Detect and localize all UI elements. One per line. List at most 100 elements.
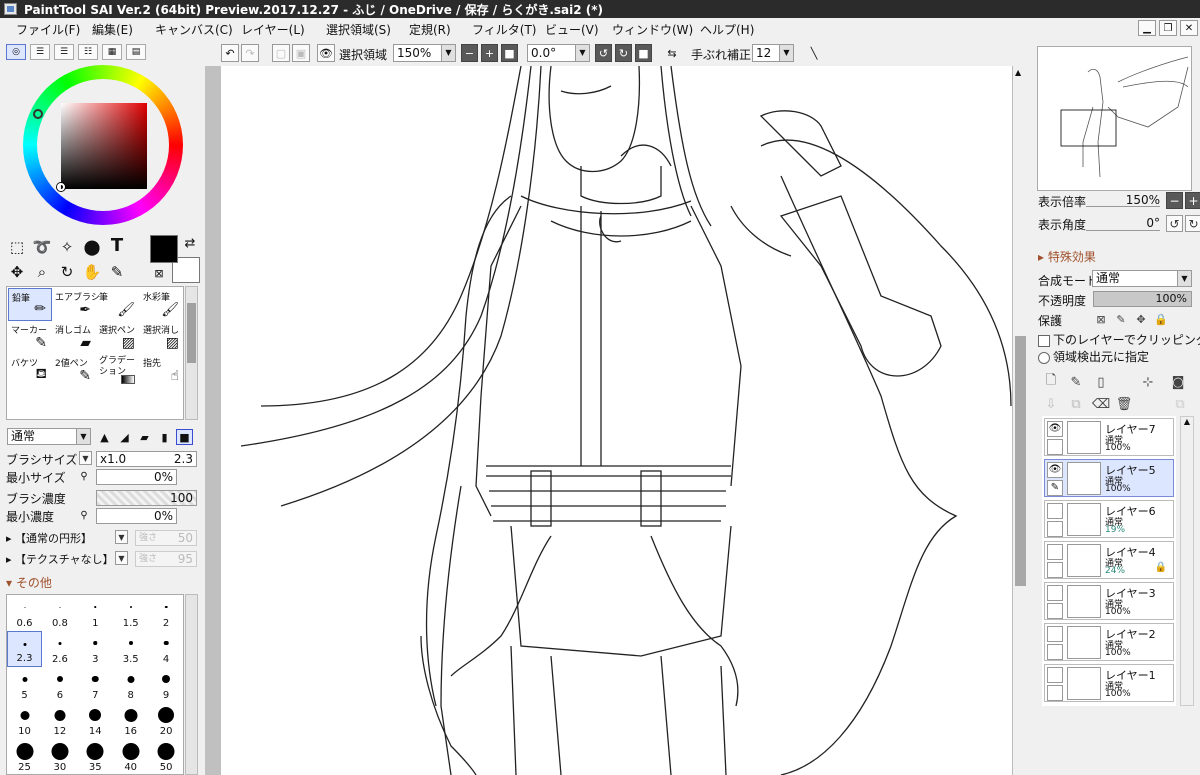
layer-mask-icon[interactable]: ◙ [1170,374,1186,390]
layer-list-scrollbar[interactable]: ▲ [1180,416,1194,706]
brush-size-preset[interactable]: 3 [78,631,113,667]
tip-sharp-icon[interactable]: ▲ [96,429,113,445]
brush-size-preset[interactable]: 35 [78,739,113,774]
angle-select[interactable]: 0.0° ▼ [527,44,590,62]
eye-icon[interactable] [1047,544,1063,560]
canvas-area[interactable] [205,66,1025,775]
invert-selection-icon[interactable]: ▣ [292,44,310,62]
rgb-slider-tab-icon[interactable]: ☰ [30,44,50,60]
flip-horizontal-icon[interactable]: ⇆ [663,44,681,62]
brush-grid-scrollbar[interactable] [185,286,198,420]
menu-file[interactable]: ファイル(F) [16,21,80,38]
brush-size-preset[interactable]: 2.3 [7,631,42,667]
nav-rotate-left-icon[interactable]: ↺ [1166,215,1183,232]
zoom-in-icon[interactable]: + [481,44,498,62]
swap-colors-icon[interactable]: ⇄ [180,233,200,253]
pressure-icon[interactable]: ⚲ [76,507,92,523]
new-pen-layer-icon[interactable]: ✎ [1068,374,1084,390]
tip-round-icon[interactable]: ◢ [116,429,133,445]
drawing-canvas[interactable] [221,66,1013,775]
tip-flat-icon[interactable]: ▰ [136,429,153,445]
brush-finger[interactable]: 指先 ☝ [140,354,184,387]
color-marker[interactable] [57,183,65,191]
blend-mode-select[interactable]: 通常 ▼ [7,428,91,445]
nav-zoom-in-icon[interactable]: + [1185,192,1200,209]
brush-size-preset[interactable]: 14 [78,703,113,739]
clear-layer-icon[interactable]: ⌫ [1092,396,1110,412]
brush-brush[interactable]: 筆 🖌 [96,288,140,321]
eye-icon[interactable] [1047,585,1063,601]
menu-layer[interactable]: レイヤー(L) [241,21,305,38]
texture-row[interactable]: ▸ 【テクスチャなし】 [6,551,114,567]
angle-slider[interactable] [1086,230,1160,231]
brush-size-preset[interactable]: 20 [149,703,183,739]
layer-panel-options-icon[interactable]: ⧉ [1172,396,1188,412]
layer-row[interactable]: レイヤー1 通常 100% [1044,664,1174,702]
layer-row[interactable]: レイヤー4 通常 24% 🔒 [1044,541,1174,579]
source-option[interactable]: 領域検出元に指定 [1038,348,1149,365]
nav-rotate-right-icon[interactable]: ↻ [1185,215,1200,232]
brush-pencil[interactable]: 鉛筆 ✏ [8,288,52,321]
rotate-left-icon[interactable]: ↺ [595,44,612,62]
rotate-icon[interactable]: ↻ [57,262,77,282]
layer-row[interactable]: 👁 レイヤー7 通常 100% [1044,418,1174,456]
brush-size-preset[interactable]: 16 [113,703,148,739]
menu-window[interactable]: ウィンドウ(W) [612,21,693,38]
shape-icon[interactable]: ⬤ [82,237,102,257]
new-layer-icon[interactable]: 🗋 [1043,373,1059,390]
minimize-icon[interactable]: ▁ [1138,20,1156,36]
brush-size-preset[interactable]: 9 [149,667,183,703]
scrollbar-thumb[interactable] [187,303,196,363]
protect-move-icon[interactable]: ✥ [1133,311,1149,327]
brush-density-field[interactable]: 100 [96,490,197,506]
brush-select-erase[interactable]: 選択消し ▨ [140,321,184,354]
brush-size-preset[interactable]: 2 [149,595,183,631]
deselect-icon[interactable]: ▢ [272,44,290,62]
rotate-reset-icon[interactable]: ■ [635,44,652,62]
brush-binary-pen[interactable]: 2値ペン ✎ [52,354,96,387]
protect-transparency-icon[interactable]: ⊠ [1093,311,1109,327]
menu-help[interactable]: ヘルプ(H) [700,21,754,38]
text-tool-icon[interactable]: T [107,235,127,256]
source-radio[interactable] [1038,351,1050,364]
menu-view[interactable]: ビュー(V) [545,21,599,38]
lasso-icon[interactable]: ➰ [32,237,52,257]
hue-marker[interactable] [33,109,43,119]
brush-size-preset[interactable]: 30 [42,739,77,774]
scrollbar-thumb[interactable] [1015,336,1026,586]
brush-watercolor[interactable]: 水彩筆 🖌 [140,288,184,321]
min-density-field[interactable]: 0% [96,508,177,524]
brush-size-preset[interactable]: 0.6 [7,595,42,631]
zoom-icon[interactable]: ⌕ [32,262,52,282]
scratchpad-tab-icon[interactable]: ▤ [126,44,146,60]
menu-edit[interactable]: 編集(E) [92,21,133,38]
stabilizer-select[interactable]: 12 ▼ [752,44,794,62]
zoom-out-icon[interactable]: − [461,44,478,62]
saturation-value-square[interactable] [61,103,147,189]
layer-row[interactable]: レイヤー2 通常 100% [1044,623,1174,661]
scroll-up-icon[interactable]: ▲ [1181,417,1193,426]
palette-tab-icon[interactable]: ☷ [78,44,98,60]
swatch-tab-icon[interactable]: ▦ [102,44,122,60]
menu-selection[interactable]: 選択領域(S) [326,21,391,38]
navigator-preview[interactable] [1037,46,1192,191]
brush-bucket[interactable]: バケツ ⛾ [8,354,52,387]
brush-size-preset[interactable]: 1.5 [113,595,148,631]
brush-eraser[interactable]: 消しゴム ▰ [52,321,96,354]
canvas-vertical-scrollbar[interactable]: ▲ [1012,66,1028,775]
color-wheel-tab-icon[interactable]: ◎ [6,44,26,60]
brush-size-preset[interactable]: 5 [7,667,42,703]
chevron-down-icon[interactable]: ▼ [115,551,128,565]
brush-size-preset[interactable]: 50 [149,739,183,774]
menu-canvas[interactable]: キャンバス(C) [155,21,233,38]
menu-filter[interactable]: フィルタ(T) [472,21,536,38]
layer-transform-icon[interactable]: ⊹ [1140,374,1156,390]
eye-icon[interactable]: 👁 [1047,421,1063,437]
eye-icon[interactable] [1047,503,1063,519]
brush-airbrush[interactable]: エアブラシ ✒ [52,288,100,321]
transparent-color-icon[interactable]: ⊠ [149,263,169,283]
clip-checkbox[interactable] [1038,334,1050,347]
brush-size-preset[interactable]: 0.8 [42,595,77,631]
eyedropper-icon[interactable]: ✎ [107,262,127,282]
scroll-up-icon[interactable]: ▲ [1015,68,1021,77]
